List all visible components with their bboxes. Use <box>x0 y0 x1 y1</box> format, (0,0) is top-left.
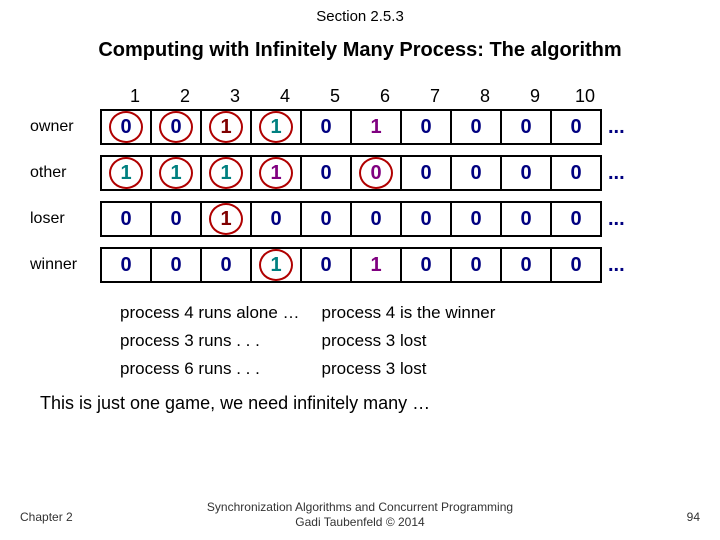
table-cell: 1 <box>102 157 152 189</box>
table-row: owner0011010000... <box>30 107 720 147</box>
table-cell: 0 <box>352 203 402 235</box>
note-right: process 3 lost <box>322 355 518 383</box>
table-cell: 0 <box>552 157 602 189</box>
table-cell: 0 <box>402 203 452 235</box>
row-cells: 0001010000 <box>100 247 602 283</box>
table-rows: owner0011010000...other1111000000...lose… <box>0 107 720 285</box>
table-cell: 0 <box>402 249 452 281</box>
slide-footer: Chapter 2 Synchronization Algorithms and… <box>0 500 720 530</box>
ellipsis-icon: ... <box>602 162 638 185</box>
note-right: process 3 lost <box>322 327 518 355</box>
note-row: process 4 runs alone …process 4 is the w… <box>120 299 517 327</box>
row-cells: 0010000000 <box>100 201 602 237</box>
table-cell: 1 <box>202 203 252 235</box>
table-cell: 0 <box>552 249 602 281</box>
row-label: winner <box>30 256 100 274</box>
table-cell: 0 <box>252 203 302 235</box>
table-cell: 0 <box>102 203 152 235</box>
table-cell: 1 <box>252 249 302 281</box>
table-row: loser0010000000... <box>30 199 720 239</box>
table-cell: 0 <box>502 111 552 143</box>
state-table: 12345678910 owner0011010000...other11110… <box>0 86 720 285</box>
footer-line2: Gadi Taubenfeld © 2014 <box>0 515 720 530</box>
table-cell: 0 <box>552 111 602 143</box>
table-cell: 1 <box>202 111 252 143</box>
table-cell: 0 <box>502 249 552 281</box>
note-left: process 4 runs alone … <box>120 299 322 327</box>
column-header: 4 <box>260 86 310 107</box>
ellipsis-icon: ... <box>602 116 638 139</box>
slide-title: Computing with Infinitely Many Process: … <box>0 39 720 62</box>
footer-center: Synchronization Algorithms and Concurren… <box>0 500 720 530</box>
table-cell: 0 <box>402 157 452 189</box>
table-cell: 0 <box>302 111 352 143</box>
table-cell: 0 <box>152 111 202 143</box>
section-label: Section 2.5.3 <box>0 0 720 25</box>
note-left: process 3 runs . . . <box>120 327 322 355</box>
column-header: 3 <box>210 86 260 107</box>
column-header: 8 <box>460 86 510 107</box>
ellipsis-icon: ... <box>602 254 638 277</box>
notes-table: process 4 runs alone …process 4 is the w… <box>120 299 517 383</box>
table-cell: 0 <box>502 157 552 189</box>
footer-page: 94 <box>687 510 700 524</box>
table-cell: 0 <box>302 249 352 281</box>
table-cell: 0 <box>302 157 352 189</box>
table-cell: 1 <box>252 111 302 143</box>
footer-chapter: Chapter 2 <box>20 510 73 524</box>
table-cell: 0 <box>552 203 602 235</box>
slide: Section 2.5.3 Computing with Infinitely … <box>0 0 720 540</box>
table-cell: 0 <box>152 249 202 281</box>
run-notes: process 4 runs alone …process 4 is the w… <box>120 299 720 383</box>
table-cell: 0 <box>402 111 452 143</box>
table-cell: 0 <box>202 249 252 281</box>
table-cell: 0 <box>452 157 502 189</box>
column-header: 6 <box>360 86 410 107</box>
column-header: 2 <box>160 86 210 107</box>
table-cell: 0 <box>102 111 152 143</box>
table-cell: 0 <box>152 203 202 235</box>
note-row: process 6 runs . . .process 3 lost <box>120 355 517 383</box>
table-row: winner0001010000... <box>30 245 720 285</box>
table-cell: 0 <box>452 203 502 235</box>
table-cell: 0 <box>352 157 402 189</box>
table-cell: 1 <box>252 157 302 189</box>
table-cell: 0 <box>452 249 502 281</box>
row-label: other <box>30 164 100 182</box>
row-label: loser <box>30 210 100 228</box>
table-cell: 0 <box>452 111 502 143</box>
column-header: 9 <box>510 86 560 107</box>
column-headers: 12345678910 <box>110 86 720 107</box>
table-row: other1111000000... <box>30 153 720 193</box>
column-header: 1 <box>110 86 160 107</box>
table-cell: 0 <box>502 203 552 235</box>
row-cells: 0011010000 <box>100 109 602 145</box>
note-right: process 4 is the winner <box>322 299 518 327</box>
conclusion-text: This is just one game, we need infinitel… <box>40 393 720 414</box>
table-cell: 1 <box>152 157 202 189</box>
row-label: owner <box>30 118 100 136</box>
table-cell: 1 <box>352 249 402 281</box>
table-cell: 0 <box>302 203 352 235</box>
column-header: 5 <box>310 86 360 107</box>
ellipsis-icon: ... <box>602 208 638 231</box>
row-cells: 1111000000 <box>100 155 602 191</box>
column-header: 7 <box>410 86 460 107</box>
column-header: 10 <box>560 86 610 107</box>
footer-line1: Synchronization Algorithms and Concurren… <box>0 500 720 515</box>
note-row: process 3 runs . . .process 3 lost <box>120 327 517 355</box>
table-cell: 0 <box>102 249 152 281</box>
note-left: process 6 runs . . . <box>120 355 322 383</box>
table-cell: 1 <box>202 157 252 189</box>
table-cell: 1 <box>352 111 402 143</box>
